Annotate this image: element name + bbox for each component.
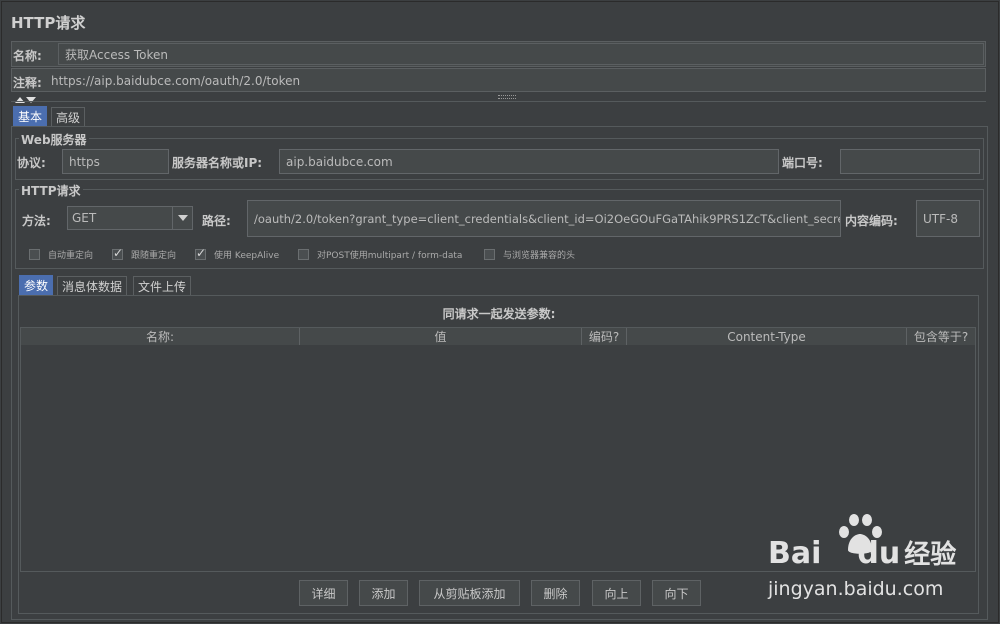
http-request-group-title: HTTP请求	[19, 182, 83, 199]
move-down-button[interactable]: 向下	[652, 580, 701, 606]
protocol-field[interactable]: https	[62, 149, 169, 174]
auto-redirect-checkbox[interactable]: 自动重定向	[29, 248, 93, 261]
port-field[interactable]	[840, 149, 980, 174]
tab-parameters[interactable]: 参数	[19, 275, 54, 295]
browser-headers-box[interactable]	[484, 249, 495, 260]
keepalive-box[interactable]	[195, 246, 206, 260]
baidu-watermark: Bai du 经验 jingyan.baidu.com	[768, 512, 968, 607]
port-label: 端口号:	[782, 156, 823, 170]
tab-file-upload[interactable]: 文件上传	[133, 276, 192, 296]
multipart-box[interactable]	[298, 249, 309, 260]
browser-headers-label: 与浏览器兼容的头	[503, 251, 576, 261]
browser-headers-checkbox[interactable]: 与浏览器兼容的头	[484, 248, 575, 261]
column-header-name[interactable]: 名称:	[21, 328, 300, 345]
watermark-url: jingyan.baidu.com	[768, 578, 944, 600]
method-select[interactable]: GET	[67, 206, 193, 230]
tab-body-data[interactable]: 消息体数据	[57, 276, 128, 296]
splitter-line	[11, 101, 986, 102]
follow-redirect-box[interactable]	[112, 246, 123, 260]
path-label: 路径:	[202, 214, 231, 228]
auto-redirect-label: 自动重定向	[48, 251, 94, 261]
column-header-include-equals[interactable]: 包含等于?	[907, 328, 975, 345]
method-value: GET	[72, 211, 97, 225]
comment-field[interactable]: https://aip.baidubce.com/oauth/2.0/token	[51, 74, 300, 88]
follow-redirect-label: 跟随重定向	[131, 251, 177, 261]
name-label: 名称:	[13, 49, 42, 63]
encoding-label: 内容编码:	[845, 214, 898, 228]
add-from-clipboard-button[interactable]: 从剪贴板添加	[419, 580, 520, 606]
protocol-label: 协议:	[17, 156, 46, 170]
chevron-down-icon[interactable]	[172, 207, 192, 229]
tab-advanced[interactable]: 高级	[51, 107, 86, 127]
move-up-button[interactable]: 向上	[592, 580, 641, 606]
column-header-value[interactable]: 值	[300, 328, 582, 345]
add-button[interactable]: 添加	[359, 580, 408, 606]
keepalive-checkbox[interactable]: 使用 KeepAlive	[195, 246, 280, 261]
watermark-cn: 经验	[904, 540, 957, 570]
column-header-encode[interactable]: 编码?	[582, 328, 627, 345]
multipart-label: 对POST使用multipart / form-data	[317, 251, 463, 261]
watermark-brand: Bai	[768, 536, 822, 571]
server-field[interactable]: aip.baidubce.com	[279, 149, 779, 174]
parameters-title: 同请求一起发送参数:	[442, 307, 556, 321]
column-header-content-type[interactable]: Content-Type	[627, 328, 907, 345]
tab-basic[interactable]: 基本	[13, 106, 48, 126]
auto-redirect-box[interactable]	[29, 249, 40, 260]
delete-button[interactable]: 删除	[531, 580, 580, 606]
detail-button[interactable]: 详细	[299, 580, 348, 606]
follow-redirect-checkbox[interactable]: 跟随重定向	[112, 246, 177, 261]
multipart-checkbox[interactable]: 对POST使用multipart / form-data	[298, 248, 462, 261]
server-label: 服务器名称或IP:	[172, 156, 263, 170]
web-server-group-title: Web服务器	[19, 131, 89, 148]
method-label: 方法:	[22, 214, 51, 228]
watermark-brand-2: du	[857, 536, 901, 571]
name-field[interactable]: 获取Access Token	[58, 43, 984, 65]
splitter-grip[interactable]	[498, 95, 516, 99]
encoding-field[interactable]: UTF-8	[916, 200, 980, 237]
collapse-arrows-icon[interactable]	[14, 93, 36, 103]
comment-label: 注释:	[13, 76, 42, 90]
path-field[interactable]: /oauth/2.0/token?grant_type=client_crede…	[247, 200, 841, 237]
keepalive-label: 使用 KeepAlive	[214, 251, 280, 261]
page-title: HTTP请求	[11, 14, 86, 32]
